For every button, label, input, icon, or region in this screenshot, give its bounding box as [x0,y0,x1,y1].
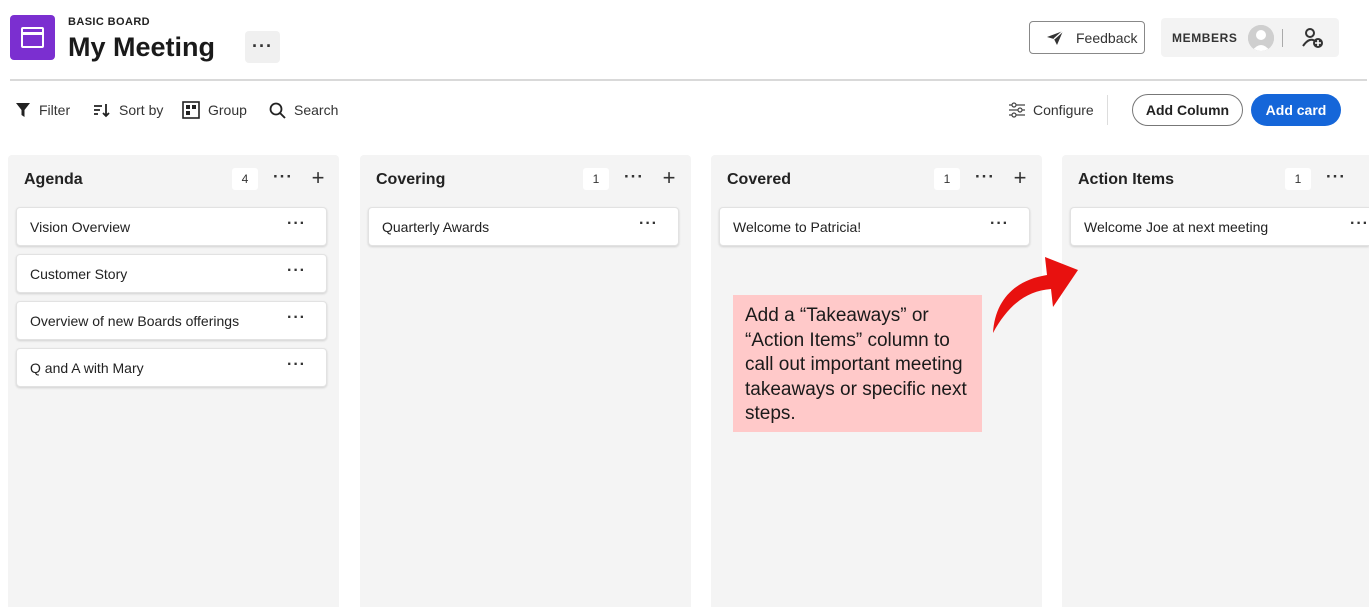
column-agenda: Agenda 4 ··· + Vision Overview ··· Custo… [8,155,339,607]
card[interactable]: Customer Story ··· [16,254,327,293]
card[interactable]: Vision Overview ··· [16,207,327,246]
members-divider [1282,29,1283,47]
sliders-icon [1009,102,1025,118]
column-add-card-button[interactable]: + [1009,166,1031,190]
column-covering: Covering 1 ··· + Quarterly Awards ··· [360,155,691,607]
annotation-callout: Add a “Takeaways” or “Action Items” colu… [733,295,982,432]
avatar-icon [1248,25,1274,51]
column-more-button[interactable]: ··· [973,168,997,190]
column-title: Covering [376,171,446,188]
filter-button[interactable]: Filter [15,99,70,121]
group-button[interactable]: Group [182,99,247,121]
column-count-badge: 1 [583,168,609,190]
feedback-label: Feedback [1076,29,1138,46]
sort-icon [94,104,110,118]
card-title: Customer Story [30,266,128,282]
column-add-card-button[interactable]: + [307,166,329,190]
card-title: Vision Overview [30,219,131,235]
sort-label: Sort by [119,102,164,118]
board-kind-label: BASIC BOARD [68,16,151,28]
members-label: MEMBERS [1172,31,1238,45]
column-action-items: Action Items 1 ··· Welcome Joe at next m… [1062,155,1369,607]
filter-icon [16,103,30,117]
card[interactable]: Welcome Joe at next meeting ··· [1070,207,1369,246]
configure-button[interactable]: Configure [1008,99,1094,121]
board-header: BASIC BOARD My Meeting ··· Feedback MEMB… [0,0,1369,80]
search-button[interactable]: Search [269,99,338,121]
column-count-badge: 1 [1285,168,1311,190]
column-more-button[interactable]: ··· [1324,168,1348,190]
card[interactable]: Q and A with Mary ··· [16,348,327,387]
column-count-badge: 1 [934,168,960,190]
header-divider [10,79,1367,81]
add-member-button[interactable] [1302,27,1324,49]
configure-label: Configure [1033,102,1094,118]
group-icon [182,101,200,119]
card[interactable]: Overview of new Boards offerings ··· [16,301,327,340]
card-title: Welcome to Patricia! [733,219,862,235]
avatar[interactable] [1248,25,1274,51]
toolbar-divider [1107,95,1108,125]
card[interactable]: Welcome to Patricia! ··· [719,207,1030,246]
column-title: Covered [727,171,792,188]
column-add-card-button[interactable]: + [658,166,680,190]
filter-label: Filter [39,102,71,118]
page-title[interactable]: My Meeting [68,32,215,63]
add-member-icon [1302,28,1323,48]
column-count-badge: 4 [232,168,258,190]
card-more-button[interactable]: ··· [287,262,306,280]
card-title: Overview of new Boards offerings [30,313,240,329]
add-column-button[interactable]: Add Column [1132,94,1243,126]
column-title: Action Items [1078,171,1175,188]
sort-button[interactable]: Sort by [93,99,163,121]
card-more-button[interactable]: ··· [1350,215,1369,233]
column-more-button[interactable]: ··· [271,168,295,190]
members-panel: MEMBERS [1161,18,1339,57]
search-icon [269,102,286,119]
card[interactable]: Quarterly Awards ··· [368,207,679,246]
search-label: Search [294,102,339,118]
group-label: Group [208,102,247,118]
card-more-button[interactable]: ··· [287,356,306,374]
board-more-button[interactable]: ··· [245,31,280,63]
card-more-button[interactable]: ··· [287,309,306,327]
column-more-button[interactable]: ··· [622,168,646,190]
board-icon [10,15,55,60]
add-card-button[interactable]: Add card [1251,94,1341,126]
card-title: Q and A with Mary [30,360,144,376]
card-more-button[interactable]: ··· [287,215,306,233]
send-icon [1047,29,1064,45]
card-title: Quarterly Awards [382,219,490,235]
column-title: Agenda [24,171,83,188]
feedback-button[interactable]: Feedback [1029,21,1145,54]
card-more-button[interactable]: ··· [639,215,658,233]
card-more-button[interactable]: ··· [990,215,1009,233]
annotation-arrow-icon [993,257,1078,333]
card-title: Welcome Joe at next meeting [1084,219,1269,235]
